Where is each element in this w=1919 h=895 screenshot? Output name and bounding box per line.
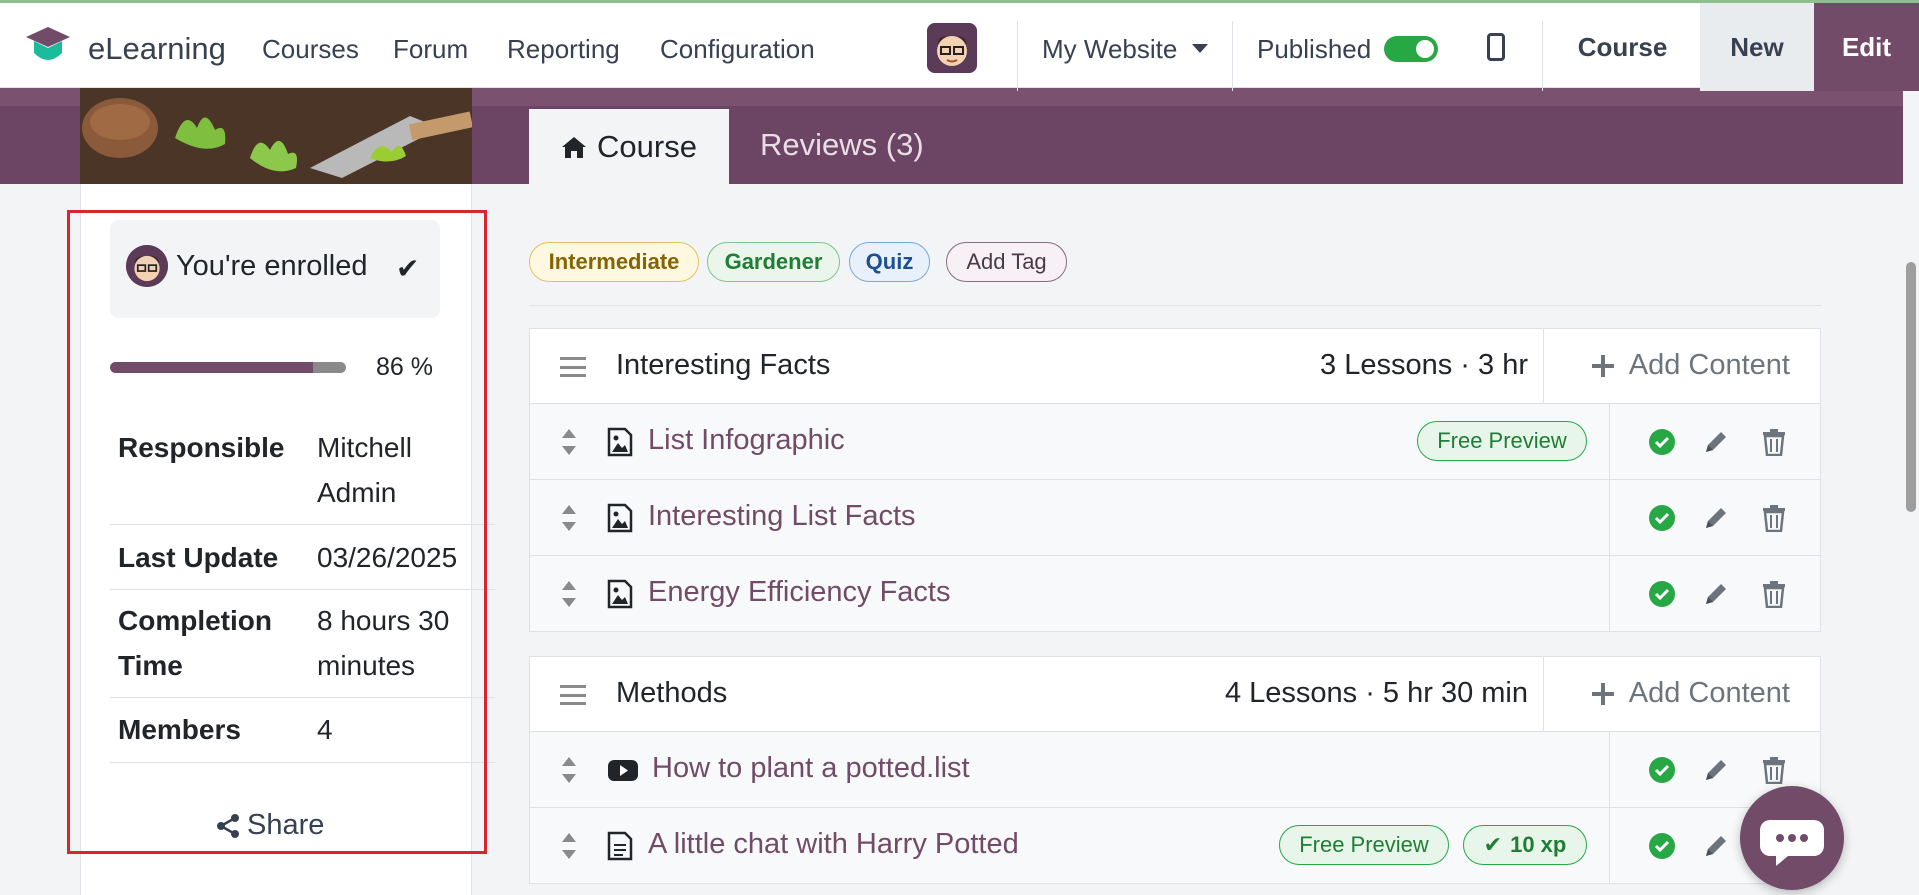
section-header: Interesting Facts 3 Lessons · 3 hr Add C… bbox=[529, 328, 1821, 404]
add-content-button[interactable]: Add Content bbox=[1591, 677, 1790, 710]
sort-handle-icon[interactable] bbox=[561, 427, 577, 457]
menu-courses[interactable]: Courses bbox=[262, 34, 359, 65]
lesson-row[interactable]: A little chat with Harry Potted Free Pre… bbox=[529, 808, 1821, 884]
divider bbox=[1543, 657, 1544, 731]
sort-handle-icon[interactable] bbox=[561, 831, 577, 861]
free-preview-badge: Free Preview bbox=[1279, 825, 1449, 865]
tab-course[interactable]: Course bbox=[529, 109, 729, 184]
divider bbox=[529, 305, 1821, 306]
pencil-icon[interactable] bbox=[1702, 832, 1730, 860]
lesson-title[interactable]: How to plant a potted.list bbox=[652, 752, 970, 785]
mobile-preview-icon[interactable] bbox=[1487, 33, 1505, 61]
divider bbox=[1542, 21, 1543, 91]
scrollbar-thumb[interactable] bbox=[1906, 262, 1916, 512]
published-check-icon[interactable] bbox=[1649, 581, 1675, 607]
divider bbox=[1609, 808, 1610, 883]
pencil-icon[interactable] bbox=[1702, 428, 1730, 456]
edit-button[interactable]: Edit bbox=[1814, 3, 1919, 91]
lesson-title[interactable]: Energy Efficiency Facts bbox=[648, 576, 950, 609]
plus-icon bbox=[1591, 354, 1614, 377]
divider bbox=[1609, 480, 1610, 555]
course-cover-image bbox=[80, 88, 472, 184]
elearning-logo-icon[interactable] bbox=[24, 25, 72, 69]
pencil-icon[interactable] bbox=[1702, 580, 1730, 608]
chat-bubble-icon bbox=[1760, 820, 1824, 866]
menu-configuration[interactable]: Configuration bbox=[660, 34, 815, 65]
user-avatar[interactable] bbox=[927, 23, 977, 73]
tag-gardener[interactable]: Gardener bbox=[707, 242, 840, 282]
home-icon bbox=[562, 136, 587, 158]
pencil-icon[interactable] bbox=[1702, 504, 1730, 532]
tab-reviews[interactable]: Reviews (3) bbox=[760, 127, 924, 163]
lesson-row[interactable]: How to plant a potted.list bbox=[529, 732, 1821, 808]
add-tag-button[interactable]: Add Tag bbox=[946, 242, 1067, 282]
lesson-row[interactable]: List Infographic Free Preview bbox=[529, 404, 1821, 480]
tag-quiz[interactable]: Quiz bbox=[849, 242, 930, 282]
document-icon bbox=[607, 831, 633, 861]
published-check-icon[interactable] bbox=[1649, 757, 1675, 783]
divider bbox=[1017, 21, 1018, 91]
tab-course-label: Course bbox=[597, 128, 697, 164]
course-button[interactable]: Course bbox=[1545, 3, 1700, 91]
youtube-icon bbox=[608, 760, 638, 781]
add-content-button[interactable]: Add Content bbox=[1591, 349, 1790, 382]
top-navbar: eLearning Courses Forum Reporting Config… bbox=[0, 0, 1919, 91]
add-content-label: Add Content bbox=[1628, 677, 1790, 709]
divider bbox=[1609, 556, 1610, 631]
divider bbox=[1232, 21, 1233, 91]
new-button[interactable]: New bbox=[1700, 3, 1814, 91]
trash-icon[interactable] bbox=[1761, 428, 1787, 456]
lesson-title[interactable]: Interesting List Facts bbox=[648, 500, 916, 533]
xp-badge: ✔ 10 xp bbox=[1463, 825, 1587, 865]
published-check-icon[interactable] bbox=[1649, 429, 1675, 455]
checkmark-icon: ✔ bbox=[1483, 832, 1503, 857]
free-preview-badge: Free Preview bbox=[1417, 421, 1587, 461]
lesson-row[interactable]: Energy Efficiency Facts bbox=[529, 556, 1821, 632]
trash-icon[interactable] bbox=[1761, 504, 1787, 532]
menu-reporting[interactable]: Reporting bbox=[507, 34, 620, 65]
section-meta: 3 Lessons · 3 hr bbox=[1320, 349, 1528, 381]
published-check-icon[interactable] bbox=[1649, 833, 1675, 859]
pencil-icon[interactable] bbox=[1702, 756, 1730, 784]
image-icon bbox=[607, 503, 633, 533]
lesson-title[interactable]: List Infographic bbox=[648, 424, 845, 457]
section-header: Methods 4 Lessons · 5 hr 30 min Add Cont… bbox=[529, 656, 1821, 732]
chevron-down-icon[interactable] bbox=[1192, 44, 1208, 53]
image-icon bbox=[607, 579, 633, 609]
plus-icon bbox=[1591, 682, 1614, 705]
divider bbox=[1543, 329, 1544, 403]
drag-handle-icon[interactable] bbox=[560, 685, 586, 705]
divider bbox=[1609, 404, 1610, 479]
app-brand[interactable]: eLearning bbox=[88, 31, 226, 67]
trash-icon[interactable] bbox=[1761, 756, 1787, 784]
xp-label: 10 xp bbox=[1510, 832, 1567, 857]
sort-handle-icon[interactable] bbox=[561, 755, 577, 785]
highlight-box bbox=[67, 210, 487, 854]
drag-handle-icon[interactable] bbox=[560, 357, 586, 377]
divider bbox=[1609, 732, 1610, 807]
tag-intermediate[interactable]: Intermediate bbox=[529, 242, 699, 282]
lesson-title[interactable]: A little chat with Harry Potted bbox=[648, 828, 1019, 861]
section-title[interactable]: Methods bbox=[616, 677, 727, 710]
sort-handle-icon[interactable] bbox=[561, 579, 577, 609]
lesson-row[interactable]: Interesting List Facts bbox=[529, 480, 1821, 556]
section-title[interactable]: Interesting Facts bbox=[616, 349, 830, 382]
published-toggle[interactable] bbox=[1384, 36, 1438, 62]
add-content-label: Add Content bbox=[1628, 349, 1790, 381]
section-meta: 4 Lessons · 5 hr 30 min bbox=[1224, 677, 1528, 709]
livechat-button[interactable] bbox=[1740, 786, 1844, 890]
menu-forum[interactable]: Forum bbox=[393, 34, 468, 65]
published-label: Published bbox=[1257, 34, 1372, 64]
trash-icon[interactable] bbox=[1761, 580, 1787, 608]
website-switcher[interactable]: My Website bbox=[1042, 34, 1177, 65]
image-icon bbox=[607, 427, 633, 457]
sort-handle-icon[interactable] bbox=[561, 503, 577, 533]
published-check-icon[interactable] bbox=[1649, 505, 1675, 531]
